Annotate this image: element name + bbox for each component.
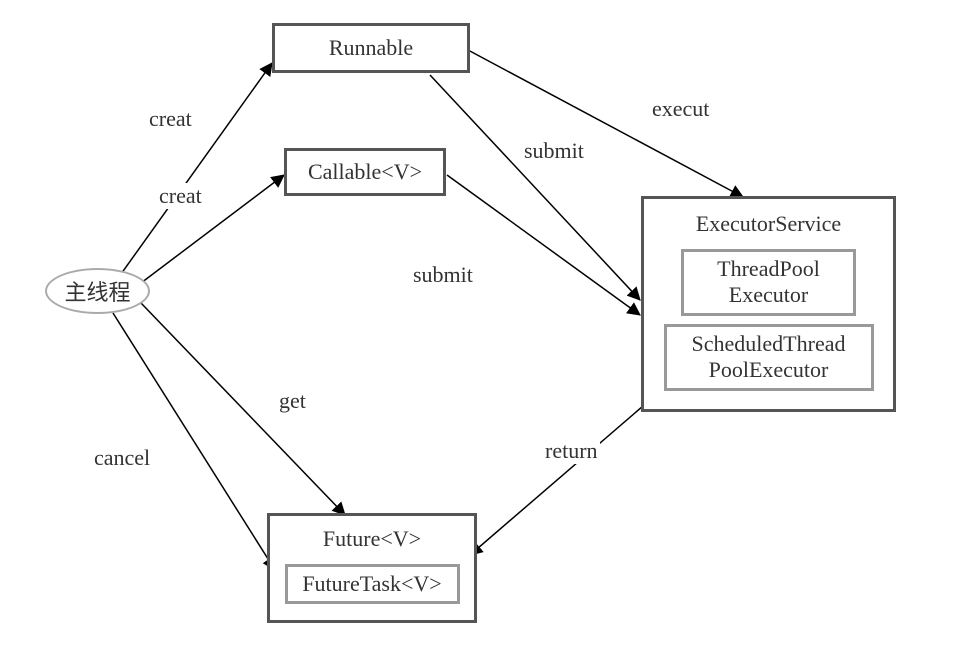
node-executor: ExecutorService ThreadPool Executor Sche…	[641, 196, 896, 412]
node-executor-title: ExecutorService	[696, 211, 841, 237]
node-runnable-label: Runnable	[329, 35, 413, 61]
edge-get: get	[277, 388, 308, 414]
node-main-thread: 主线程	[45, 268, 150, 314]
node-future: Future<V> FutureTask<V>	[267, 513, 477, 623]
edge-return: return	[543, 438, 600, 464]
edge-cancel: cancel	[92, 445, 152, 471]
node-runnable: Runnable	[272, 23, 470, 73]
node-futuretask-label: FutureTask<V>	[302, 571, 441, 597]
node-scheduled-line2: PoolExecutor	[709, 357, 829, 383]
edge-submit1: submit	[522, 138, 586, 164]
node-threadpool: ThreadPool Executor	[681, 249, 856, 316]
edge-submit2: submit	[411, 262, 475, 288]
edge-creat1: creat	[147, 106, 194, 132]
node-future-title: Future<V>	[323, 526, 421, 552]
node-scheduled: ScheduledThread PoolExecutor	[664, 324, 874, 391]
node-main-thread-label: 主线程	[64, 275, 130, 307]
node-threadpool-line2: Executor	[729, 282, 808, 308]
node-callable-label: Callable<V>	[308, 159, 422, 185]
node-callable: Callable<V>	[284, 148, 446, 196]
edge-creat2: creat	[157, 183, 204, 209]
edge-execut: execut	[650, 96, 711, 122]
node-futuretask: FutureTask<V>	[285, 564, 460, 604]
node-scheduled-line1: ScheduledThread	[692, 331, 846, 357]
node-threadpool-line1: ThreadPool	[717, 256, 820, 282]
